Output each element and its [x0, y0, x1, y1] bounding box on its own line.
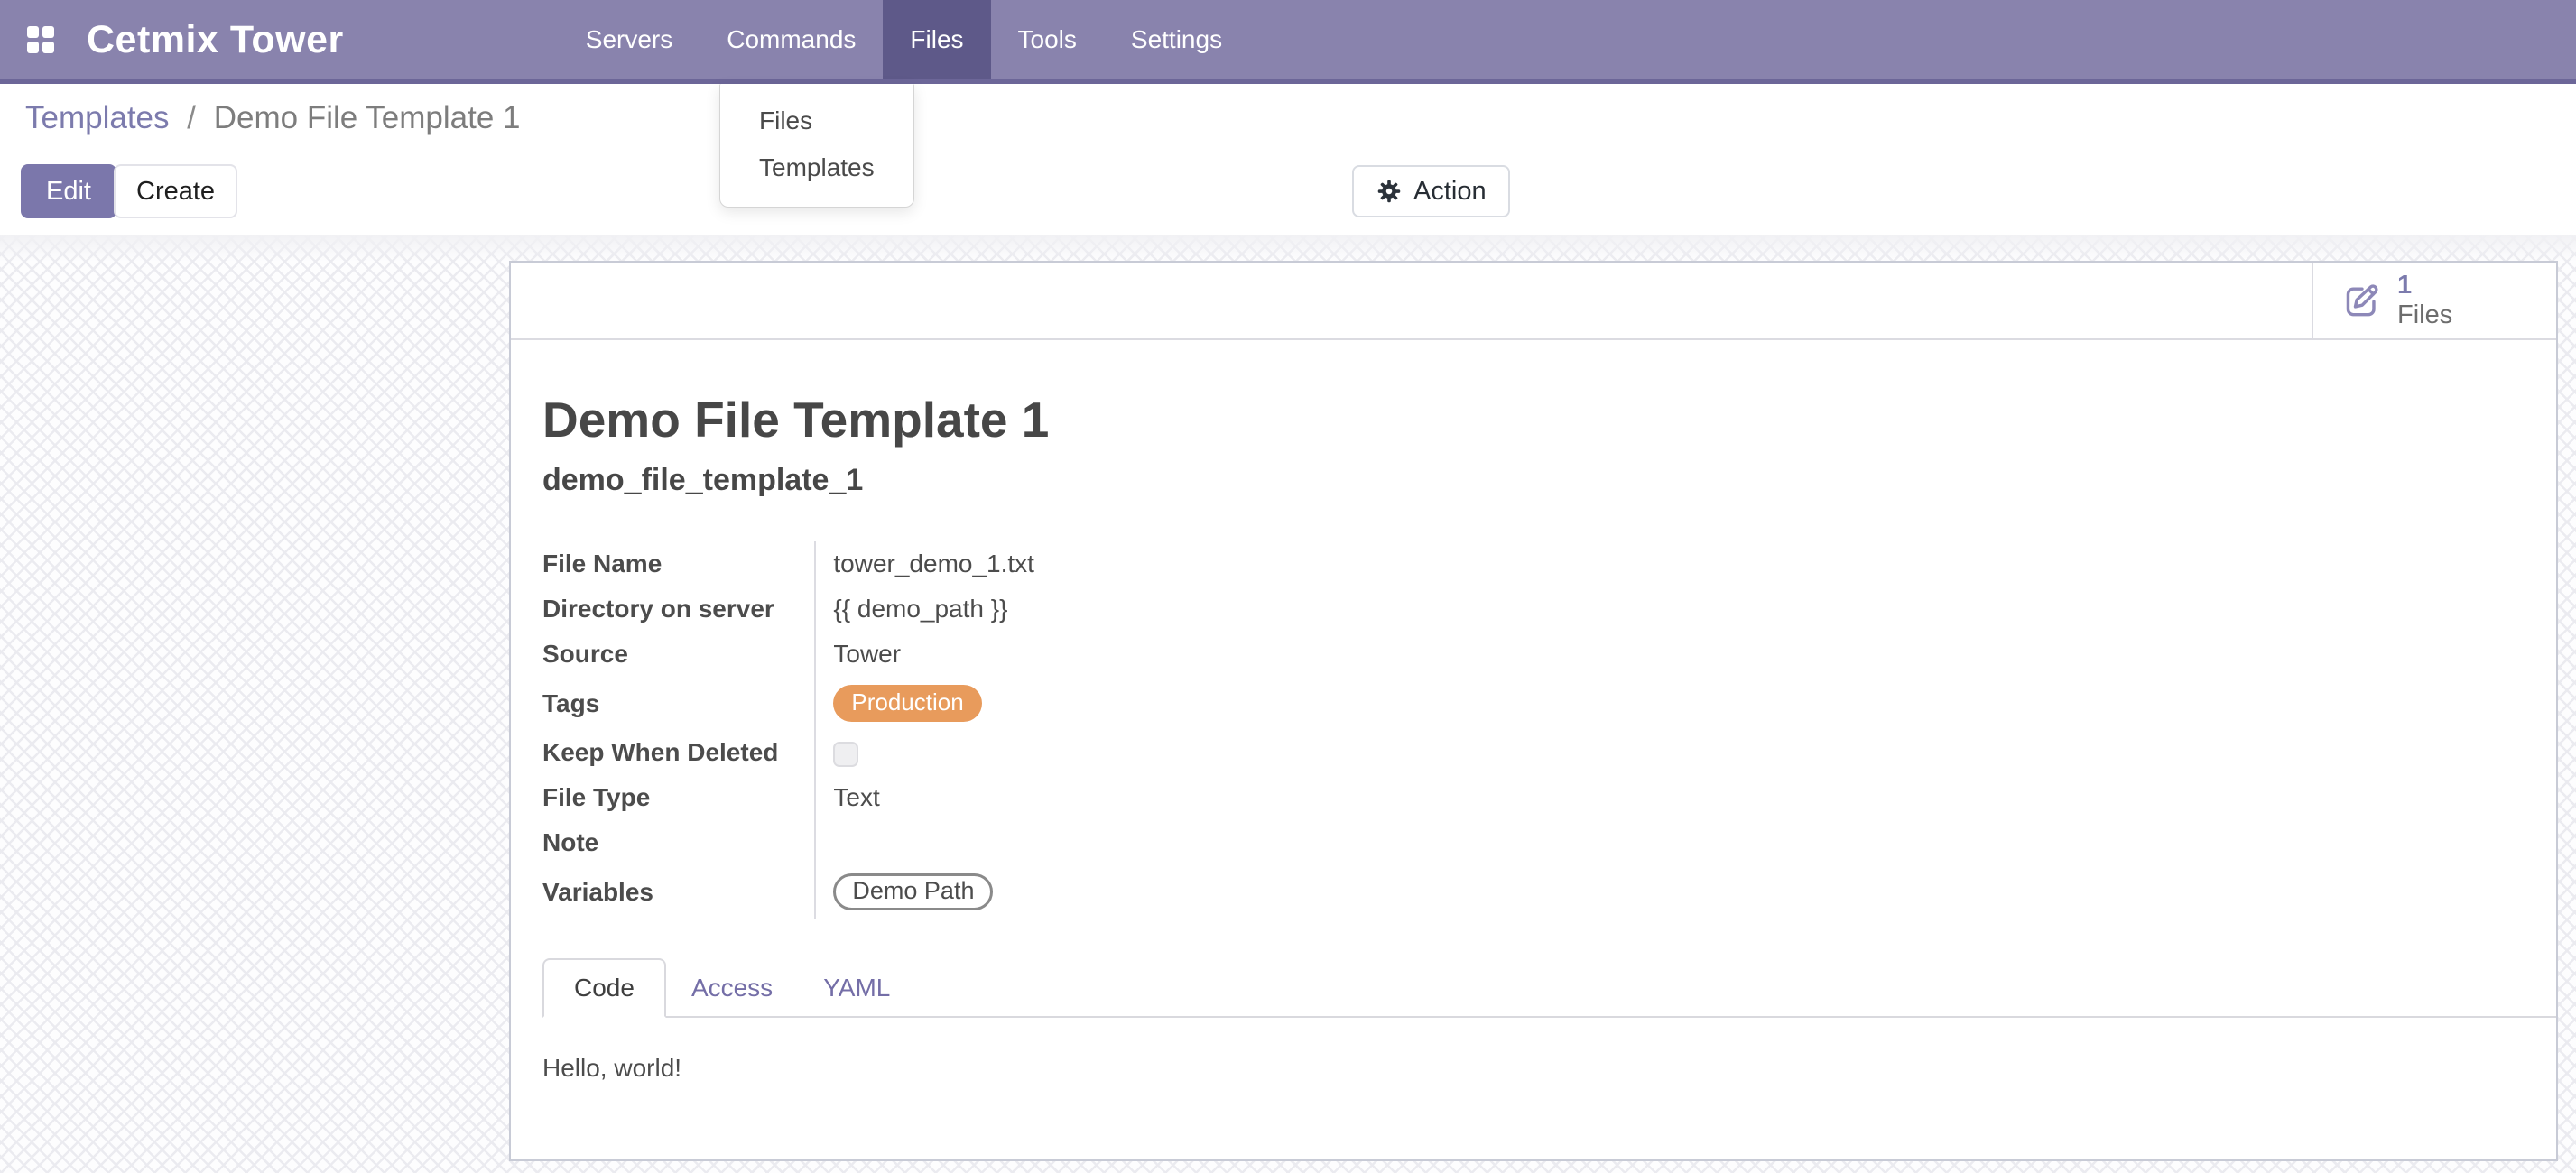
nav-item-commands[interactable]: Commands	[700, 0, 883, 79]
field-value	[815, 820, 1447, 865]
field-value: Text	[815, 775, 1447, 820]
breadcrumb-current: Demo File Template 1	[214, 100, 521, 135]
field-label: Keep When Deleted	[542, 730, 815, 775]
sheet-body: Demo File Template 1 demo_file_template_…	[511, 391, 2556, 1083]
field-row-file-name: File Name tower_demo_1.txt	[542, 541, 1447, 586]
field-row-keep-when-deleted: Keep When Deleted	[542, 730, 1447, 775]
apps-grid-dot	[42, 26, 54, 38]
apps-grid-dot	[42, 42, 54, 53]
apps-grid-dot	[27, 42, 39, 53]
breadcrumb-parent-link[interactable]: Templates	[25, 100, 170, 135]
record-title: Demo File Template 1	[542, 391, 2525, 448]
edit-button[interactable]: Edit	[21, 164, 116, 218]
files-stat-button[interactable]: 1 Files	[2312, 263, 2556, 338]
field-row-directory: Directory on server {{ demo_path }}	[542, 586, 1447, 632]
field-group: File Name tower_demo_1.txt Directory on …	[542, 541, 1447, 919]
field-value: {{ demo_path }}	[815, 586, 1447, 632]
nav-item-servers[interactable]: Servers	[559, 0, 700, 79]
form-view-background: 1 Files Demo File Template 1 demo_file_t…	[0, 235, 2576, 1173]
files-count: 1	[2397, 271, 2452, 300]
top-navbar: Cetmix Tower Servers Commands Files Tool…	[0, 0, 2576, 84]
tag-badge-production: Production	[833, 685, 981, 722]
field-value: Demo Path	[815, 865, 1447, 919]
record-reference: demo_file_template_1	[542, 463, 2525, 498]
content-top-fade	[0, 235, 2576, 262]
nav-item-settings[interactable]: Settings	[1104, 0, 1249, 79]
pen-square-icon	[2340, 281, 2382, 320]
gear-icon	[1376, 178, 1403, 205]
field-row-tags: Tags Production	[542, 677, 1447, 730]
field-row-note: Note	[542, 820, 1447, 865]
tab-code[interactable]: Code	[542, 958, 666, 1018]
code-tab-content: Hello, world!	[542, 1054, 2525, 1083]
apps-grid-icon[interactable]	[27, 26, 54, 53]
nav-item-tools[interactable]: Tools	[991, 0, 1104, 79]
tab-yaml[interactable]: YAML	[798, 960, 915, 1016]
field-value: tower_demo_1.txt	[815, 541, 1447, 586]
action-button[interactable]: Action	[1352, 165, 1510, 217]
field-label: Tags	[542, 677, 815, 730]
field-value	[815, 730, 1447, 775]
field-row-file-type: File Type Text	[542, 775, 1447, 820]
nav-menu: Servers Commands Files Tools Settings	[559, 0, 1249, 79]
breadcrumb: Templates / Demo File Template 1	[25, 100, 521, 136]
create-button[interactable]: Create	[114, 164, 237, 218]
menu-item-files[interactable]: Files	[720, 97, 913, 144]
field-label: Directory on server	[542, 586, 815, 632]
form-sheet: 1 Files Demo File Template 1 demo_file_t…	[509, 261, 2558, 1161]
breadcrumb-separator: /	[178, 100, 205, 135]
apps-grid-dot	[27, 26, 39, 38]
nav-item-files[interactable]: Files	[883, 0, 990, 79]
tab-access[interactable]: Access	[666, 960, 798, 1016]
variable-pill-demo-path: Demo Path	[833, 873, 993, 910]
status-bar: 1 Files	[511, 263, 2556, 340]
field-value: Tower	[815, 632, 1447, 677]
field-label: Variables	[542, 865, 815, 919]
field-row-variables: Variables Demo Path	[542, 865, 1447, 919]
stat-text: 1 Files	[2397, 271, 2452, 331]
control-panel: Templates / Demo File Template 1 Edit Cr…	[0, 84, 2576, 235]
files-stat-label: Files	[2397, 300, 2452, 330]
field-label: Note	[542, 820, 815, 865]
field-label: File Type	[542, 775, 815, 820]
page: Cetmix Tower Servers Commands Files Tool…	[0, 0, 2576, 1173]
notebook-tabs: Code Access YAML	[542, 958, 2556, 1018]
keep-when-deleted-checkbox	[833, 742, 858, 767]
app-brand[interactable]: Cetmix Tower	[87, 18, 344, 62]
menu-item-templates[interactable]: Templates	[720, 144, 913, 191]
field-label: Source	[542, 632, 815, 677]
action-button-label: Action	[1413, 177, 1487, 207]
field-row-source: Source Tower	[542, 632, 1447, 677]
files-dropdown-menu: Files Templates	[719, 84, 914, 208]
field-label: File Name	[542, 541, 815, 586]
field-value: Production	[815, 677, 1447, 730]
